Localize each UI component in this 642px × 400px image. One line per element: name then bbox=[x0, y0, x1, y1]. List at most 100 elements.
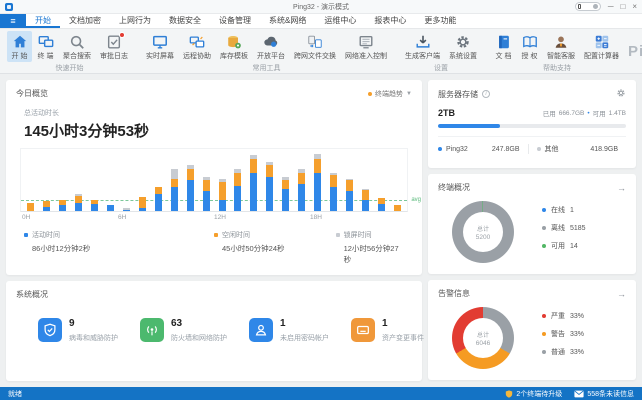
ribbon-generate-client-button[interactable]: 生成客户端 bbox=[401, 31, 444, 62]
ribbon-file-exchange-button[interactable]: 跨网文件交换 bbox=[290, 31, 340, 62]
system-stat-card-0[interactable]: 9病毒和威胁防护 bbox=[16, 318, 118, 343]
stat-number: 9 bbox=[69, 318, 118, 329]
upgrade-status[interactable]: 2个终端待升级 bbox=[505, 389, 562, 399]
bar-segment bbox=[219, 200, 226, 211]
x-tick-label bbox=[342, 212, 358, 222]
chart-bar-hour-19[interactable] bbox=[326, 149, 342, 211]
x-tick-label bbox=[358, 212, 374, 222]
chart-bar-hour-0[interactable] bbox=[23, 149, 39, 211]
storage-usage-text: 已用 666.7GB • 可用 1.4TB bbox=[543, 108, 626, 118]
ribbon-item-label: 生成客户端 bbox=[405, 51, 440, 61]
chart-bar-hour-6[interactable] bbox=[119, 149, 135, 211]
trend-selector[interactable]: 终端趋势 ▼ bbox=[368, 89, 412, 99]
ribbon-terminals-button[interactable]: 终 端 bbox=[33, 31, 58, 62]
chart-bar-hour-10[interactable] bbox=[182, 149, 198, 211]
x-tick-label bbox=[374, 212, 390, 222]
ribbon-inventory-template-button[interactable]: 库存模板 bbox=[216, 31, 252, 62]
ribbon-support-button[interactable]: 智能客服 bbox=[543, 31, 579, 62]
menu-tab-8[interactable]: 更多功能 bbox=[415, 14, 465, 28]
chart-bar-hour-16[interactable] bbox=[278, 149, 294, 211]
system-stat-card-1[interactable]: 63防火墙和网络防护 bbox=[118, 318, 227, 343]
ribbon-live-screen-button[interactable]: 实时屏幕 bbox=[142, 31, 178, 62]
live-screen-icon bbox=[152, 33, 169, 50]
menu-tab-2[interactable]: 上网行为 bbox=[110, 14, 160, 28]
terminals-icon bbox=[37, 33, 54, 50]
menu-tab-6[interactable]: 运维中心 bbox=[315, 14, 365, 28]
ribbon-item-label: 网络准入控制 bbox=[345, 51, 387, 61]
x-tick-label: 18H bbox=[310, 212, 326, 222]
bar-segment bbox=[203, 180, 210, 191]
panel-title: 系统概况 bbox=[16, 289, 48, 300]
ribbon-settings-button[interactable]: 系统设置 bbox=[445, 31, 481, 62]
chart-bar-hour-1[interactable] bbox=[39, 149, 55, 211]
info-icon[interactable]: i bbox=[482, 90, 490, 98]
menu-tab-0[interactable]: 开始 bbox=[26, 14, 60, 28]
chart-bar-hour-21[interactable] bbox=[357, 149, 373, 211]
menu-tab-4[interactable]: 设备管理 bbox=[210, 14, 260, 28]
stat-value: 86小时12分钟2秒 bbox=[32, 243, 214, 254]
legend-value: 14 bbox=[570, 243, 578, 250]
chart-bar-hour-13[interactable] bbox=[230, 149, 246, 211]
storage-settings-gear-icon[interactable] bbox=[616, 88, 626, 100]
ribbon-remote-assist-button[interactable]: 远程协助 bbox=[179, 31, 215, 62]
ribbon-license-button[interactable]: 授 权 bbox=[517, 31, 542, 62]
x-tick-label bbox=[150, 212, 166, 222]
chart-bar-hour-23[interactable] bbox=[389, 149, 405, 211]
today-overview-panel: 今日概览 终端趋势 ▼ 总活动时长 145小时3分钟53秒 avg 0H6 bbox=[6, 80, 422, 275]
bar-segment bbox=[314, 173, 321, 211]
file-menu-button[interactable]: ≡ bbox=[0, 14, 26, 28]
chart-bar-hour-8[interactable] bbox=[150, 149, 166, 211]
minimize-button[interactable]: ─ bbox=[608, 3, 614, 11]
messages-status[interactable]: 558条未读信息 bbox=[574, 389, 634, 399]
menu-tab-1[interactable]: 文档加密 bbox=[60, 14, 110, 28]
maximize-button[interactable]: □ bbox=[620, 3, 625, 11]
x-tick-label bbox=[326, 212, 342, 222]
ribbon-network-access-button[interactable]: 网络准入控制 bbox=[341, 31, 391, 62]
x-tick-label bbox=[134, 212, 150, 222]
chart-bar-hour-18[interactable] bbox=[310, 149, 326, 211]
title-bar: Ping32 - 演示模式 ─ □ × bbox=[0, 0, 642, 14]
chart-bar-hour-20[interactable] bbox=[341, 149, 357, 211]
average-line-label: avg bbox=[411, 197, 421, 203]
menu-tab-7[interactable]: 报表中心 bbox=[365, 14, 415, 28]
ribbon-docs-button[interactable]: 文 档 bbox=[491, 31, 516, 62]
chart-bar-hour-17[interactable] bbox=[294, 149, 310, 211]
server-storage-panel: 服务器存储 i 2TB 已用 666.7GB • 可用 1.4TB bbox=[428, 80, 636, 168]
bar-segment bbox=[298, 173, 305, 184]
menu-tab-3[interactable]: 数据安全 bbox=[160, 14, 210, 28]
bar-segment bbox=[282, 189, 289, 211]
chart-bar-hour-9[interactable] bbox=[166, 149, 182, 211]
ribbon-open-platform-button[interactable]: 开放平台 bbox=[253, 31, 289, 62]
chart-bar-hour-11[interactable] bbox=[198, 149, 214, 211]
chart-bar-hour-14[interactable] bbox=[246, 149, 262, 211]
chart-bar-hour-15[interactable] bbox=[262, 149, 278, 211]
x-tick-label bbox=[294, 212, 310, 222]
close-button[interactable]: × bbox=[632, 3, 637, 11]
open-panel-arrow-icon[interactable]: → bbox=[617, 183, 626, 193]
ribbon-home-button[interactable]: 开 始 bbox=[7, 31, 32, 62]
system-stat-card-3[interactable]: 1资产变更事件 bbox=[329, 318, 424, 343]
system-stat-card-2[interactable]: 1未启用密码帐户 bbox=[227, 318, 329, 343]
chart-bar-hour-7[interactable] bbox=[134, 149, 150, 211]
legend-value: 418.9GB bbox=[590, 146, 626, 153]
chart-bar-hour-3[interactable] bbox=[71, 149, 87, 211]
menu-tab-5[interactable]: 系统&网络 bbox=[260, 14, 315, 28]
chart-bar-hour-12[interactable] bbox=[214, 149, 230, 211]
chart-bar-hour-2[interactable] bbox=[55, 149, 71, 211]
legend-item: 严重33% bbox=[542, 311, 584, 321]
chart-bar-hour-22[interactable] bbox=[373, 149, 389, 211]
ribbon-item-label: 实时屏幕 bbox=[146, 51, 174, 61]
chart-plot-area: avg bbox=[20, 148, 408, 212]
bar-segment bbox=[394, 205, 401, 211]
chart-bar-hour-4[interactable] bbox=[87, 149, 103, 211]
open-panel-arrow-icon[interactable]: → bbox=[617, 289, 626, 299]
ribbon-search-button[interactable]: 聚合搜索 bbox=[59, 31, 95, 62]
mode-toggle[interactable] bbox=[575, 2, 601, 11]
notification-badge-icon bbox=[119, 32, 125, 38]
stat-value: 12小时56分钟27秒 bbox=[344, 243, 404, 265]
panel-title: 今日概览 bbox=[16, 88, 48, 99]
ribbon-approval-log-button[interactable]: 审批日志 bbox=[96, 31, 132, 62]
bar-segment bbox=[139, 197, 146, 208]
ribbon-calculator-button[interactable]: 配置计算器 bbox=[580, 31, 623, 62]
chart-bar-hour-5[interactable] bbox=[103, 149, 119, 211]
